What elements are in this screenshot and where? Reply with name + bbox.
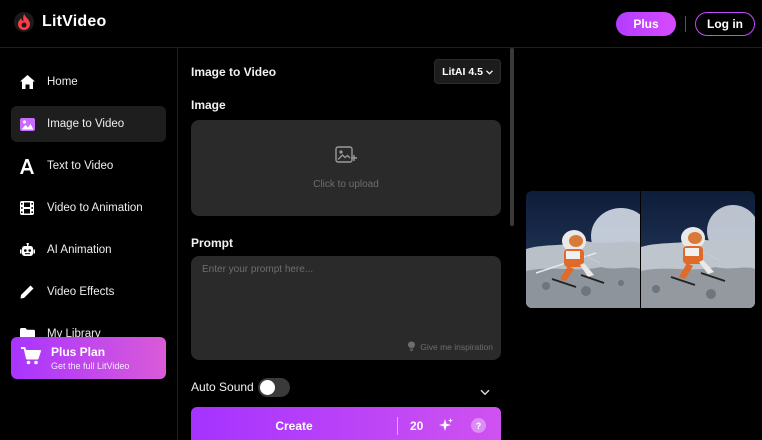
plan-text: Plus Plan Get the full LitVideo: [51, 345, 129, 371]
toggle-knob: [260, 380, 275, 395]
auto-sound-toggle[interactable]: [258, 378, 290, 397]
sidebar-item-label: Home: [47, 76, 78, 88]
image-icon: [19, 116, 35, 132]
sidebar-item-label: Image to Video: [47, 118, 125, 130]
film-icon: [19, 200, 35, 216]
robot-icon: [19, 242, 35, 258]
credit-count: 20: [410, 419, 424, 433]
prompt-section-label: Prompt: [191, 236, 233, 250]
model-select-value: LitAI 4.5: [442, 65, 483, 78]
preview-image: [526, 191, 755, 308]
cart-icon: [21, 346, 41, 370]
top-bar: LitVideo Plus Log in: [0, 0, 762, 48]
brand-logo[interactable]: LitVideo: [14, 12, 106, 32]
sidebar-item-label: Text to Video: [47, 160, 114, 172]
brand-name: LitVideo: [42, 13, 107, 30]
inspiration-button[interactable]: Give me inspiration: [407, 341, 493, 353]
preview-frame-left: [526, 191, 640, 308]
prompt-input[interactable]: [202, 264, 490, 334]
add-image-icon: [335, 146, 357, 169]
text-a-icon: [19, 158, 35, 174]
plan-title: Plus Plan: [51, 345, 106, 359]
panel-scrollbar[interactable]: [510, 48, 514, 226]
prompt-container: Give me inspiration: [191, 256, 501, 360]
inspiration-label: Give me inspiration: [420, 342, 493, 352]
sidebar-item-image-to-video[interactable]: Image to Video: [11, 106, 166, 142]
sidebar-item-label: Video to Animation: [47, 202, 143, 214]
login-button[interactable]: Log in: [695, 12, 755, 36]
plus-plan-card[interactable]: Plus Plan Get the full LitVideo: [11, 337, 166, 379]
sidebar-item-ai-animation[interactable]: AI Animation: [11, 232, 166, 268]
sparkle-icon: [439, 418, 453, 437]
plus-button[interactable]: Plus: [616, 12, 676, 36]
model-select[interactable]: LitAI 4.5: [434, 59, 501, 84]
home-icon: [19, 74, 35, 90]
sidebar-item-home[interactable]: Home: [11, 64, 166, 100]
panel-title: Image to Video: [191, 65, 277, 79]
chevron-down-icon[interactable]: [480, 383, 490, 401]
image-upload-area[interactable]: Click to upload: [191, 120, 501, 216]
header-divider: [685, 16, 686, 32]
sidebar-item-video-to-animation[interactable]: Video to Animation: [11, 190, 166, 226]
create-divider: [397, 417, 398, 435]
sidebar-item-video-effects[interactable]: Video Effects: [11, 274, 166, 310]
preview-frame-right: [641, 191, 755, 308]
auto-sound-label: Auto Sound: [191, 380, 254, 394]
image-section-label: Image: [191, 98, 226, 112]
sidebar-item-text-to-video[interactable]: Text to Video: [11, 148, 166, 184]
sidebar-item-label: AI Animation: [47, 244, 112, 256]
chevron-down-icon: [485, 66, 493, 78]
upload-hint: Click to upload: [313, 179, 379, 190]
help-icon[interactable]: ?: [471, 418, 486, 433]
create-label: Create: [275, 419, 313, 433]
pen-icon: [19, 284, 35, 300]
plan-subtitle: Get the full LitVideo: [51, 361, 130, 371]
create-button[interactable]: Create 20 ?: [191, 407, 501, 440]
sidebar-item-label: Video Effects: [47, 286, 115, 298]
flame-logo-icon: [14, 12, 34, 32]
lightbulb-icon: [407, 341, 416, 353]
